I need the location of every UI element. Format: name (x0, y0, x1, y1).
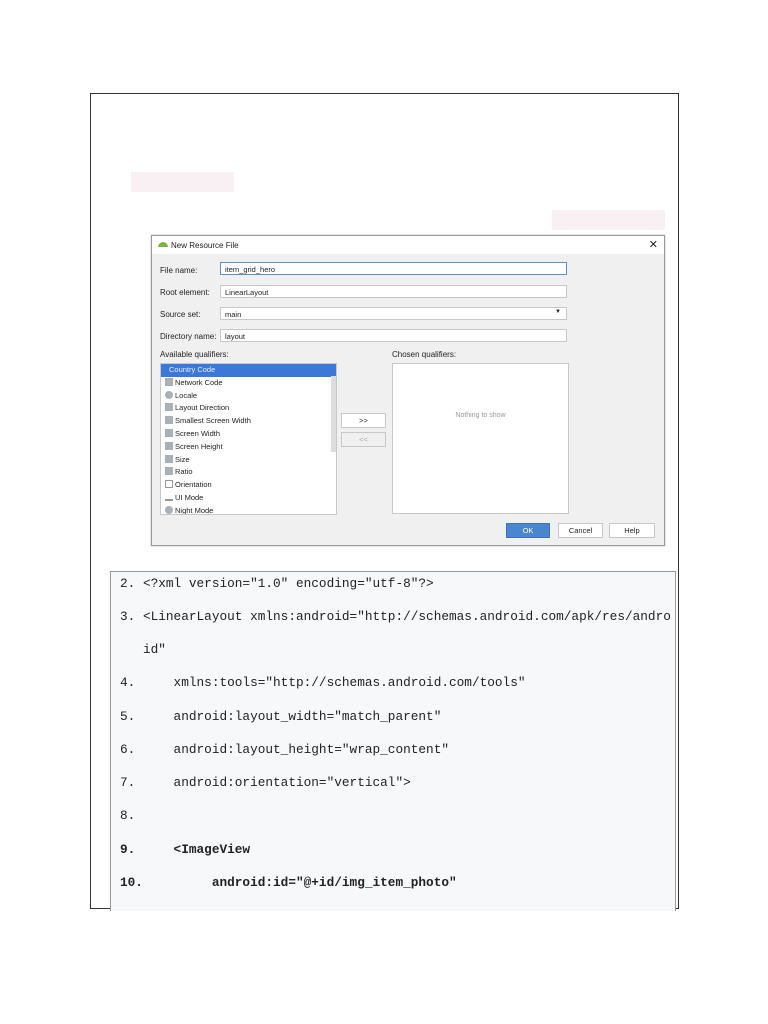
dialog-title-bar: New Resource File ✕ (152, 236, 664, 254)
qualifier-item[interactable]: Locale (161, 390, 336, 403)
orientation-icon (165, 480, 173, 489)
ok-button[interactable]: OK (506, 523, 550, 538)
code-line: 6. android:layout_height="wrap_content" (120, 742, 450, 757)
scrollbar[interactable] (331, 376, 336, 452)
code-line: 10. android:id="@+id/img_item_photo" (120, 875, 457, 890)
qualifier-label: UI Mode (175, 492, 204, 502)
qualifier-label: Locale (175, 390, 198, 400)
qualifier-label: Network Code (175, 377, 223, 387)
chosen-qualifiers-list: Nothing to show (392, 363, 569, 514)
qualifier-item[interactable]: Orientation (161, 479, 336, 492)
dialog-title: New Resource File (171, 241, 239, 250)
code-line: 2. <?xml version="1.0" encoding="utf-8"?… (120, 576, 434, 591)
directory-name-input[interactable]: layout (220, 329, 567, 342)
empty-text: Nothing to show (455, 412, 506, 419)
screen-height-icon (165, 441, 173, 450)
qualifier-item[interactable]: Smallest Screen Width (161, 415, 336, 428)
android-icon (158, 242, 168, 247)
source-set-label: Source set: (160, 310, 201, 319)
new-resource-file-dialog: New Resource File ✕ File name: item_grid… (151, 235, 665, 546)
qualifier-item[interactable]: Screen Height (161, 441, 336, 454)
qualifier-label: Orientation (175, 480, 212, 490)
qualifier-label: Screen Width (175, 428, 221, 438)
qualifier-item[interactable]: Ratio (161, 466, 336, 479)
qualifier-label: Size (175, 454, 190, 464)
chevron-down-icon: ▼ (555, 309, 561, 315)
redacted-text (552, 210, 665, 230)
qualifier-label: Ratio (175, 467, 193, 477)
remove-qualifier-button[interactable]: << (341, 432, 386, 447)
ui-mode-icon (165, 493, 173, 501)
network-icon (165, 377, 173, 386)
qualifier-label: Smallest Screen Width (175, 416, 251, 426)
root-element-input[interactable]: LinearLayout (220, 285, 567, 298)
code-line: 8. (120, 808, 136, 823)
directory-name-label: Directory name: (160, 332, 217, 341)
available-qualifiers-label: Available qualifiers: (160, 350, 229, 359)
file-name-label: File name: (160, 266, 198, 275)
add-qualifier-button[interactable]: >> (341, 413, 386, 428)
layout-direction-icon (165, 403, 173, 412)
qualifier-item[interactable]: Network Code (161, 377, 336, 390)
code-line: 3. <LinearLayout xmlns:android="http://s… (120, 609, 671, 624)
ratio-icon (165, 467, 173, 476)
qualifier-item[interactable]: Size (161, 454, 336, 467)
source-set-select[interactable]: main ▼ (220, 307, 567, 320)
close-icon[interactable]: ✕ (649, 238, 658, 251)
qualifier-label: Night Mode (175, 505, 214, 515)
smallest-width-icon (165, 416, 173, 425)
qualifier-label: Layout Direction (175, 403, 230, 413)
qualifier-item[interactable]: Country Code (161, 364, 336, 377)
qualifier-label: Country Code (169, 365, 216, 374)
qualifier-item[interactable]: Layout Direction (161, 402, 336, 415)
size-icon (165, 454, 173, 463)
help-button[interactable]: Help (609, 523, 655, 538)
code-line: 5. android:layout_width="match_parent" (120, 709, 442, 724)
code-line: 4. xmlns:tools="http://schemas.android.c… (120, 675, 526, 690)
file-name-input[interactable]: item_grid_hero (220, 262, 567, 275)
chosen-qualifiers-label: Chosen qualifiers: (392, 350, 457, 359)
code-block: 2. <?xml version="1.0" encoding="utf-8"?… (110, 571, 676, 911)
available-qualifiers-list[interactable]: Country Code Network Code Locale Layout … (160, 363, 337, 515)
night-mode-icon (165, 505, 173, 514)
qualifier-item[interactable]: Screen Width (161, 428, 336, 441)
qualifier-item[interactable]: UI Mode (161, 492, 336, 505)
qualifier-label: Screen Height (175, 441, 223, 451)
qualifier-item[interactable]: Night Mode (161, 505, 336, 515)
root-element-label: Root element: (160, 288, 210, 297)
cancel-button[interactable]: Cancel (558, 523, 603, 538)
globe-icon (165, 390, 173, 399)
code-line: 7. android:orientation="vertical"> (120, 775, 411, 790)
code-line: id" (120, 642, 166, 657)
source-set-value: main (225, 310, 242, 319)
redacted-text (131, 172, 234, 192)
code-line: 9. <ImageView (120, 842, 251, 857)
screen-width-icon (165, 428, 173, 437)
